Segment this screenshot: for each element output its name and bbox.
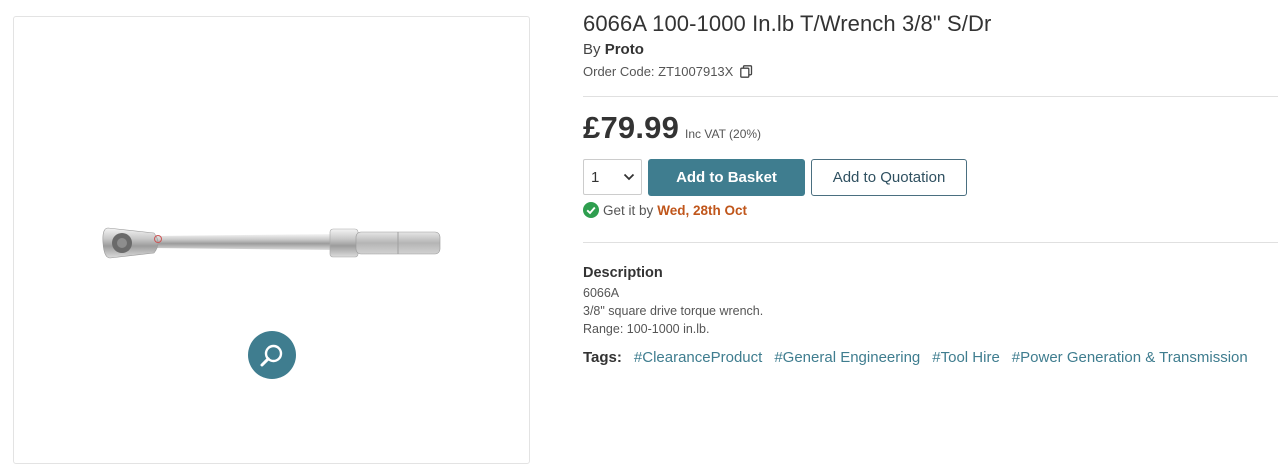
order-code-line: Order Code: ZT1007913X [583, 64, 753, 79]
tags-row: Tags: #ClearanceProduct #General Enginee… [583, 349, 1260, 366]
product-title: 6066A 100-1000 In.lb T/Wrench 3/8" S/Dr [583, 11, 992, 36]
description-line: 3/8" square drive torque wrench. [583, 304, 764, 318]
magnifier-icon [260, 344, 283, 367]
quantity-value: 1 [591, 168, 600, 186]
tag-link[interactable]: #Power Generation & Transmission [1012, 349, 1248, 366]
quantity-select[interactable]: 1 [583, 159, 642, 195]
description-line: Range: 100-1000 in.lb. [583, 322, 710, 336]
divider [583, 96, 1278, 97]
tag-link[interactable]: #Tool Hire [932, 349, 1000, 366]
brand-line: By Proto [583, 41, 644, 58]
description-line: 6066A [583, 286, 620, 300]
by-prefix: By [583, 41, 601, 58]
vat-note: Inc VAT (20%) [685, 127, 762, 141]
delivery-estimate: Get it by Wed, 28th Oct [583, 202, 747, 218]
tags-label: Tags: [583, 349, 622, 366]
check-circle-icon [583, 202, 599, 218]
delivery-date: Wed, 28th Oct [657, 202, 748, 218]
delivery-prefix: Get it by [603, 202, 654, 218]
zoom-button[interactable] [248, 331, 296, 379]
product-image[interactable] [102, 219, 442, 267]
add-to-quotation-button[interactable]: Add to Quotation [811, 159, 967, 196]
tag-link[interactable]: #ClearanceProduct [634, 349, 762, 366]
chevron-down-icon [623, 173, 635, 181]
tag-link[interactable]: #General Engineering [774, 349, 920, 366]
description-heading: Description [583, 265, 663, 281]
brand-name[interactable]: Proto [605, 41, 644, 58]
order-code-value: ZT1007913X [658, 64, 734, 79]
copy-icon[interactable] [740, 65, 753, 78]
add-to-basket-button[interactable]: Add to Basket [648, 159, 805, 196]
divider [583, 242, 1278, 243]
product-image-panel [13, 16, 530, 464]
price: £79.99 [583, 110, 680, 145]
order-code-label: Order Code: [583, 64, 655, 79]
price-row: £79.99 Inc VAT (20%) [583, 110, 761, 146]
